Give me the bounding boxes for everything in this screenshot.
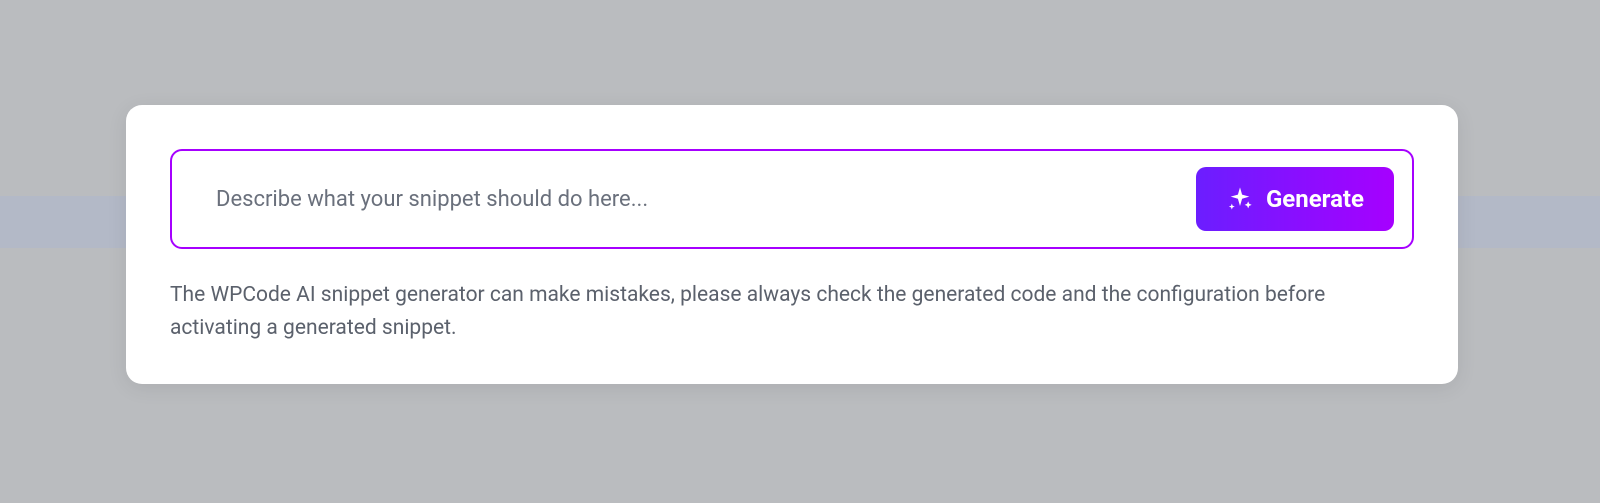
snippet-prompt-input[interactable]	[216, 187, 1176, 212]
sparkles-icon	[1226, 185, 1254, 213]
prompt-input-wrapper: Generate	[170, 149, 1414, 249]
generate-button[interactable]: Generate	[1196, 167, 1394, 231]
ai-generator-card: Generate The WPCode AI snippet generator…	[126, 105, 1458, 384]
disclaimer-text: The WPCode AI snippet generator can make…	[170, 279, 1414, 344]
generate-button-label: Generate	[1266, 185, 1364, 213]
